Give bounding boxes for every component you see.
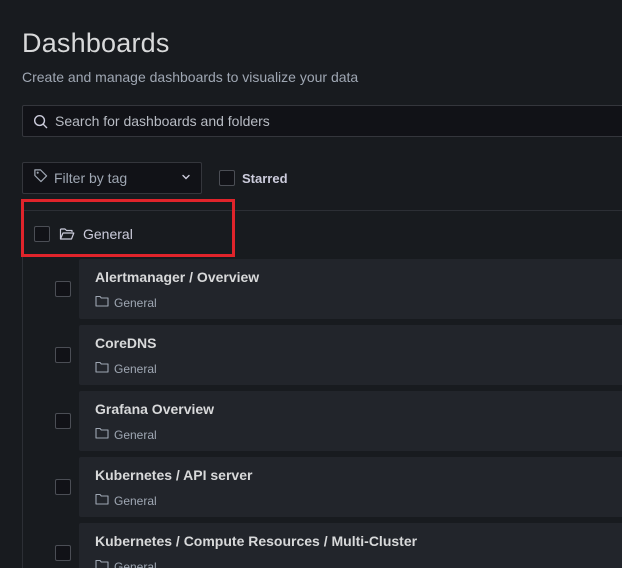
starred-checkbox[interactable] [219, 170, 235, 186]
dashboard-name[interactable]: Grafana Overview [95, 401, 214, 417]
page-title: Dashboards [22, 28, 170, 58]
divider [22, 210, 622, 211]
folder-label: General [83, 226, 133, 242]
dashboard-folder-label: General [114, 296, 157, 310]
dashboard-checkbox[interactable] [55, 347, 71, 363]
tag-filter-label: Filter by tag [54, 170, 128, 186]
dashboard-folder-label: General [114, 362, 157, 376]
dashboard-checkbox[interactable] [55, 545, 71, 561]
dashboard-checkbox[interactable] [55, 479, 71, 495]
dashboard-card[interactable]: Grafana Overview General [79, 391, 622, 451]
folder-icon [95, 360, 109, 378]
dashboard-location: General [95, 492, 157, 510]
dashboard-card[interactable]: Kubernetes / Compute Resources / Multi-C… [79, 523, 622, 568]
dashboard-name[interactable]: Kubernetes / API server [95, 467, 252, 483]
folder-icon [95, 294, 109, 312]
chevron-down-icon [181, 169, 191, 187]
dashboard-location: General [95, 426, 157, 444]
dashboard-name[interactable]: Kubernetes / Compute Resources / Multi-C… [95, 533, 417, 549]
page-subtitle: Create and manage dashboards to visualiz… [22, 69, 359, 85]
dashboard-location: General [95, 558, 157, 568]
search-box[interactable] [22, 105, 622, 137]
dashboard-name[interactable]: Alertmanager / Overview [95, 269, 259, 285]
search-input[interactable] [55, 113, 622, 129]
tag-icon [33, 168, 48, 188]
dashboard-card[interactable]: Alertmanager / Overview General [79, 259, 622, 319]
dashboard-location: General [95, 294, 157, 312]
folder-row-general[interactable]: General [34, 226, 133, 242]
dashboards-page: Dashboards Create and manage dashboards … [0, 0, 622, 568]
folder-icon [95, 492, 109, 510]
dashboard-checkbox[interactable] [55, 281, 71, 297]
dashboard-folder-label: General [114, 494, 157, 508]
starred-label: Starred [242, 170, 288, 186]
folder-open-icon [59, 227, 75, 241]
dashboard-folder-label: General [114, 560, 157, 568]
folder-icon [95, 558, 109, 568]
dashboard-card[interactable]: CoreDNS General [79, 325, 622, 385]
search-icon [31, 112, 49, 130]
starred-filter[interactable]: Starred [219, 170, 288, 186]
tag-filter-select[interactable]: Filter by tag [22, 162, 202, 194]
folder-checkbox[interactable] [34, 226, 50, 242]
dashboard-name[interactable]: CoreDNS [95, 335, 156, 351]
list-border [22, 211, 23, 568]
dashboard-checkbox[interactable] [55, 413, 71, 429]
folder-icon [95, 426, 109, 444]
dashboard-location: General [95, 360, 157, 378]
dashboard-folder-label: General [114, 428, 157, 442]
dashboard-card[interactable]: Kubernetes / API server General [79, 457, 622, 517]
